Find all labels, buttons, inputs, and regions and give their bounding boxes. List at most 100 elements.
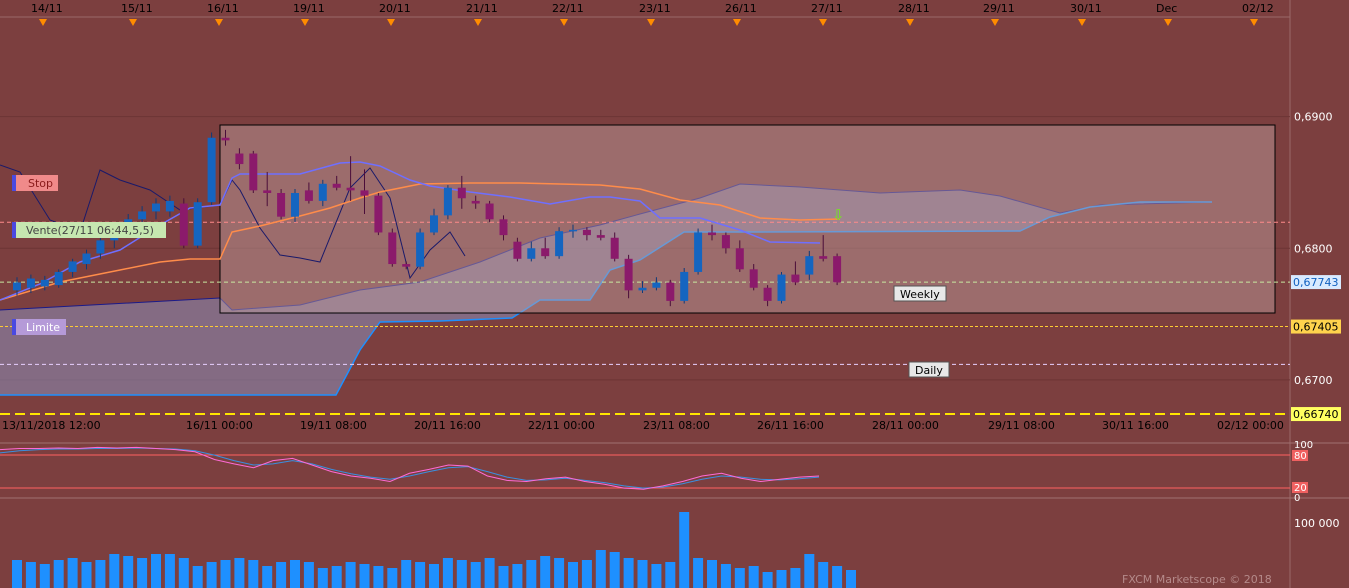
candle-body [582,229,591,236]
volume-bar [776,570,787,588]
volume-bar [164,554,175,588]
volume-bar [581,560,592,588]
candle-body [263,190,272,193]
limite-label: Limite [26,321,60,334]
top-date-label: 28/11 [898,2,930,15]
candle-body [527,248,536,259]
sell-arrow-icon: ⇩ [832,206,845,224]
stop-annotation[interactable]: Stop [12,175,58,191]
volume-bar [151,554,161,588]
vente-label: Vente(27/11 06:44,5,5) [26,224,154,237]
vente-annotation[interactable]: Vente(27/11 06:44,5,5) [12,222,166,238]
price-tag-label: 0,66740 [1293,408,1339,421]
volume-bar [693,558,704,588]
volume-bar [53,560,64,588]
candle-body [193,202,202,246]
candle-body [13,282,21,291]
volume-bar [762,572,773,588]
osc-axis-100: 100 [1294,440,1313,451]
candle-body [624,258,633,291]
stop-label: Stop [28,177,53,190]
candle-body [138,211,147,220]
bottom-date-label: 13/11/2018 12:00 [2,419,101,432]
candle-body [40,279,49,287]
volume-bars [12,512,856,588]
volume-bar [25,562,36,588]
volume-bar [95,560,106,588]
candle-body [555,231,564,257]
candle-body [777,274,786,301]
volume-bar [429,564,439,588]
candle-body [485,203,494,220]
volume-bar [67,558,78,588]
candle-body [708,232,716,236]
candle-body [666,282,675,301]
bottom-date-label: 26/11 16:00 [757,419,824,432]
volume-bar [276,562,287,588]
candle-body [332,183,341,188]
bottom-date-label: 19/11 08:00 [300,419,367,432]
volume-bar [748,566,759,588]
volume-bar [109,554,120,588]
daily-annotation[interactable]: Daily [908,361,950,378]
volume-bar [373,566,384,588]
candle-body [152,203,160,212]
daily-label: Daily [915,364,943,377]
volume-bar [178,558,189,588]
candle-body [569,229,577,232]
price-tick-label: 0,6700 [1294,374,1333,387]
candle-body [735,248,744,270]
volume-bar [540,556,551,588]
price-tick-label: 0,6800 [1294,242,1333,255]
candle-body [221,137,230,141]
volume-bar [206,562,217,588]
osc-axis-0: 0 [1294,493,1300,504]
stoch-k-line [0,446,820,490]
volume-bar [303,562,314,588]
candle-body [26,278,35,288]
candle-body [68,261,77,272]
forex-chart[interactable]: 14/11 15/11 16/11 19/11 20/11 21/11 22/11 23/11… [0,0,1349,588]
candle-body [791,274,800,283]
volume-bar [387,568,398,588]
candle-body [499,219,508,236]
watermark: FXCM Marketscope © 2018 [1122,573,1272,586]
candle-body [805,256,814,275]
stoch-d-line [0,447,820,489]
top-date-label: 19/11 [293,2,325,15]
volume-bar [192,566,203,588]
price-tick-label: 0,6900 [1294,111,1333,124]
volume-bar [498,566,509,588]
bottom-date-label: 22/11 00:00 [528,419,595,432]
candle-body [82,253,91,265]
candle-body [749,269,758,288]
top-date-label: 30/11 [1070,2,1102,15]
volume-bar [651,564,662,588]
candle-body [596,235,605,238]
volume-bar [456,560,467,588]
candle-body [388,232,397,265]
volume-bar [317,568,328,588]
volume-bar [262,566,273,588]
volume-bar [526,560,537,588]
weekly-annotation[interactable]: Weekly [893,285,947,302]
volume-bar [846,570,856,588]
volume-bar [39,564,50,588]
candle-body [833,256,842,283]
candle-body [374,195,383,233]
candle-body [277,193,286,217]
candle-body [360,190,369,196]
candle-body [721,235,730,249]
volume-bar [832,566,843,588]
volume-bar [248,560,259,588]
volume-bar [290,560,300,588]
top-date-label: 15/11 [121,2,153,15]
volume-bar [12,560,22,588]
limite-annotation[interactable]: Limite [12,319,66,335]
top-date-label: Dec [1156,2,1177,15]
candle-body [249,153,258,191]
candle-body [430,215,438,233]
osc-axis-80: 80 [1294,451,1307,462]
volume-bar [720,564,731,588]
top-date-label: 14/11 [31,2,63,15]
